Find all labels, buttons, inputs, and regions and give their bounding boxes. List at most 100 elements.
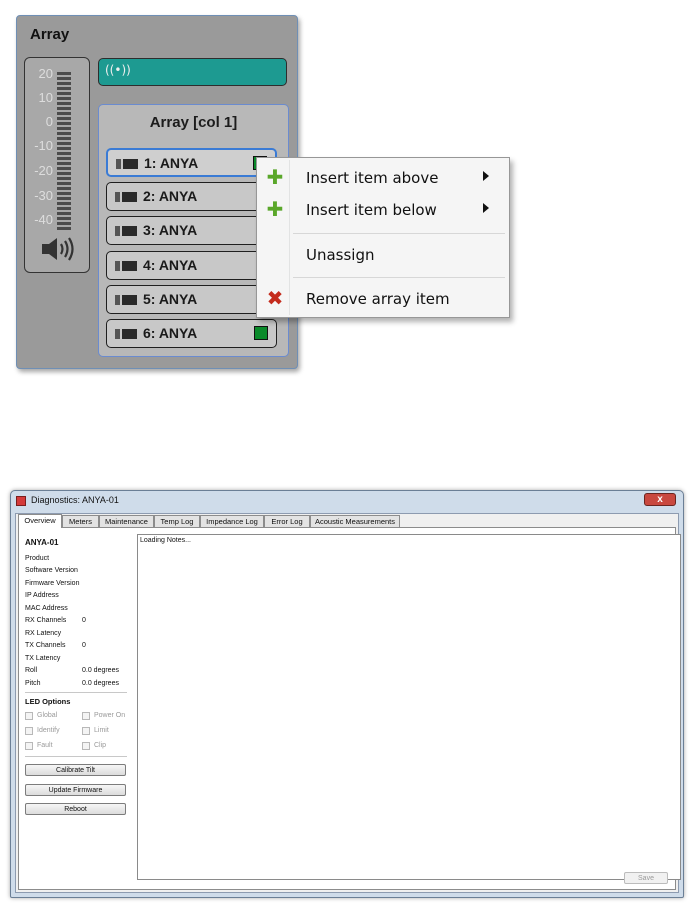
menu-item-label: Remove array item (306, 290, 450, 308)
notes-area[interactable]: Loading Notes... (137, 534, 681, 880)
device-icon (115, 226, 137, 236)
info-label: Pitch (25, 680, 41, 687)
info-label: MAC Address (25, 605, 68, 612)
array-item-6[interactable]: 6: ANYA (106, 319, 277, 348)
checkbox-label: Power On (94, 712, 126, 719)
meter-label: 20 (38, 66, 53, 81)
device-icon (116, 159, 138, 169)
identify-checkbox[interactable] (25, 727, 33, 735)
window-client: Overview Meters Maintenance Temp Log Imp… (15, 513, 681, 893)
array-item-5[interactable]: 5: ANYA (106, 285, 277, 314)
tab-meters[interactable]: Meters (62, 515, 99, 527)
divider (25, 692, 127, 693)
x-icon: ✖ (266, 286, 284, 310)
divider (25, 756, 127, 757)
info-value: 0.0 degrees (82, 680, 119, 687)
meter-label: 0 (45, 114, 53, 129)
checkbox-label: Identify (37, 727, 60, 734)
global-checkbox[interactable] (25, 712, 33, 720)
info-label: Roll (25, 667, 38, 674)
checkbox-label: Global (37, 712, 58, 719)
meter-label: 10 (38, 90, 53, 105)
array-item-1[interactable]: 1: ANYA (106, 148, 277, 177)
menu-item-label: Unassign (306, 246, 375, 264)
diagnostics-window: Diagnostics: ANYA-01 x Overview Meters M… (10, 490, 684, 898)
menu-item-label: Insert item above (306, 169, 439, 187)
array-item-label: 2: ANYA (143, 188, 198, 204)
submenu-arrow-icon (483, 203, 489, 213)
array-item-label: 4: ANYA (143, 257, 198, 273)
device-name: ANYA-01 (25, 538, 59, 547)
meter-label: -10 (34, 138, 53, 153)
tab-impedance-log[interactable]: Impedance Log (200, 515, 264, 527)
window-title: Diagnostics: ANYA-01 (31, 495, 119, 505)
close-button[interactable]: x (644, 493, 676, 506)
submenu-arrow-icon (483, 171, 489, 181)
menu-item-insert-below[interactable]: ✚ Insert item below (257, 196, 509, 224)
overview-panel: ANYA-01 Product Software Version Firmwar… (18, 527, 681, 890)
tab-maintenance[interactable]: Maintenance (99, 515, 154, 527)
checkbox-label: Fault (37, 742, 53, 749)
limit-checkbox[interactable] (82, 727, 90, 735)
power-on-checkbox[interactable] (82, 712, 90, 720)
info-label: Software Version (25, 567, 78, 574)
info-label: IP Address (25, 592, 59, 599)
array-item-label: 5: ANYA (143, 291, 198, 307)
array-item-2[interactable]: 2: ANYA (106, 182, 277, 211)
info-value: 0.0 degrees (82, 667, 119, 674)
info-label: RX Latency (25, 630, 62, 637)
info-label: RX Channels (25, 617, 67, 624)
array-item-4[interactable]: 4: ANYA (106, 251, 277, 280)
menu-separator (293, 233, 505, 234)
tab-error-log[interactable]: Error Log (264, 515, 310, 527)
info-value: 0 (82, 642, 86, 649)
array-item-label: 3: ANYA (143, 222, 198, 238)
device-icon (115, 329, 137, 339)
device-icon (115, 192, 137, 202)
array-column-title: Array [col 1] (149, 114, 238, 131)
info-label: Firmware Version (25, 580, 80, 587)
device-icon (115, 261, 137, 271)
menu-item-unassign[interactable]: Unassign (257, 241, 509, 269)
title-bar[interactable]: Diagnostics: ANYA-01 x (11, 491, 683, 511)
meter-label: -40 (34, 212, 53, 227)
update-firmware-button[interactable]: Update Firmware (25, 784, 126, 796)
notes-text: Loading Notes... (140, 537, 191, 544)
tab-overview[interactable]: Overview (18, 514, 62, 528)
level-meter: 20 10 0 -10 -20 -30 -40 (24, 57, 90, 273)
checkbox-label: Limit (94, 727, 109, 734)
info-label: Product (25, 555, 50, 562)
status-led (254, 326, 268, 340)
plus-icon: ✚ (266, 197, 284, 221)
reboot-button[interactable]: Reboot (25, 803, 126, 815)
menu-item-remove[interactable]: ✖ Remove array item (257, 285, 509, 313)
menu-item-label: Insert item below (306, 201, 437, 219)
network-link-bar[interactable]: ((•)) (98, 58, 287, 86)
info-label: TX Channels (25, 642, 66, 649)
speaker-icon[interactable] (40, 236, 76, 262)
menu-separator (293, 277, 505, 278)
array-item-label: 6: ANYA (143, 325, 198, 341)
checkbox-label: Clip (94, 742, 107, 749)
menu-item-insert-above[interactable]: ✚ Insert item above (257, 164, 509, 192)
calibrate-tilt-button[interactable]: Calibrate Tilt (25, 764, 126, 776)
led-options-heading: LED Options (25, 697, 71, 706)
network-icon: ((•)) (105, 63, 131, 77)
info-value: 0 (82, 617, 86, 624)
meter-bar (57, 72, 71, 230)
fault-checkbox[interactable] (25, 742, 33, 750)
plus-icon: ✚ (266, 165, 284, 189)
device-icon (115, 295, 137, 305)
app-icon (16, 496, 26, 506)
context-menu: ✚ Insert item above ✚ Insert item below … (256, 157, 510, 318)
tab-temp-log[interactable]: Temp Log (154, 515, 200, 527)
clip-checkbox[interactable] (82, 742, 90, 750)
meter-label: -30 (34, 188, 53, 203)
save-button[interactable]: Save (624, 872, 668, 884)
info-label: TX Latency (25, 655, 61, 662)
array-item-label: 1: ANYA (144, 155, 199, 171)
array-item-3[interactable]: 3: ANYA (106, 216, 277, 245)
tab-acoustic-measurements[interactable]: Acoustic Measurements (310, 515, 400, 527)
array-title: Array (30, 26, 70, 43)
meter-label: -20 (34, 163, 53, 178)
